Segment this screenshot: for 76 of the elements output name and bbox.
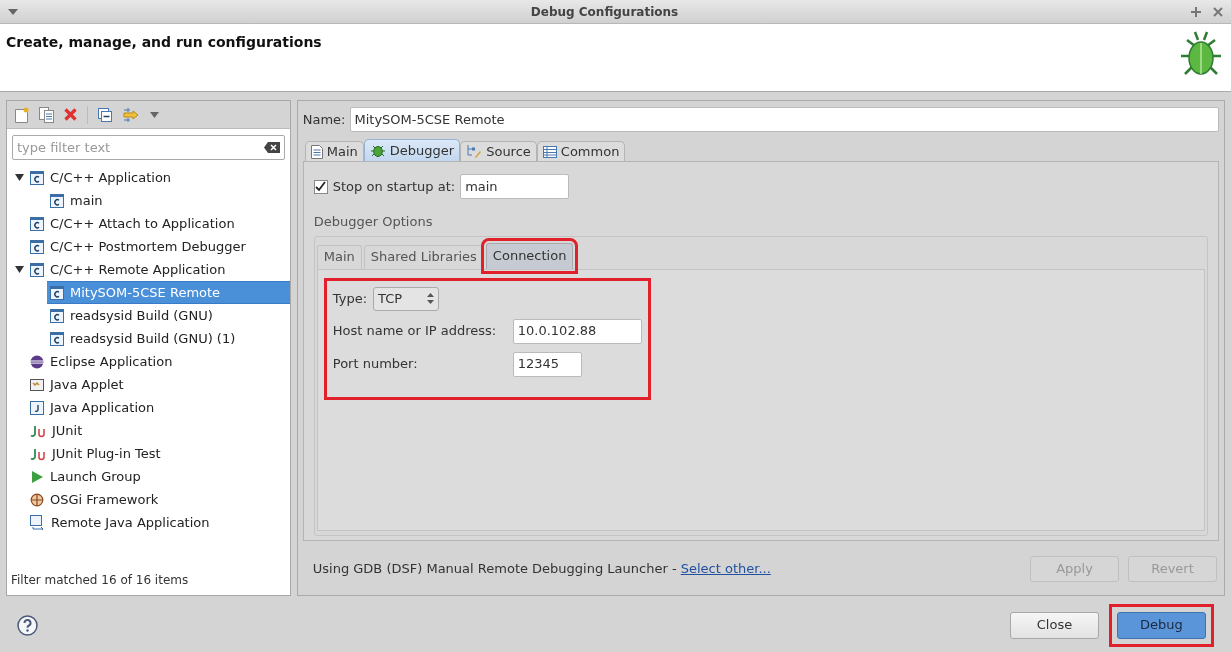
source-tree-icon (466, 144, 483, 159)
launcher-text: Using GDB (DSF) Manual Remote Debugging Launcher - Select other... (312, 560, 772, 579)
tree-item[interactable]: Remote Java Application (27, 511, 290, 534)
c-file-icon (50, 193, 64, 208)
filter-input[interactable]: type filter text (17, 137, 264, 158)
type-select[interactable]: TCP (373, 286, 439, 311)
stop-label: Stop on startup at: (332, 177, 456, 196)
text-field[interactable]: 10.0.102.88 (512, 318, 642, 344)
tree-item[interactable]: readsysid Build (GNU) (47, 304, 290, 327)
tree-item[interactable]: C/C++ Attach to Application (27, 212, 290, 235)
remote-java-icon (30, 515, 45, 530)
tree-item[interactable]: JUnit (27, 419, 290, 442)
tree-item[interactable]: Java Applet (27, 373, 290, 396)
c-file-icon (30, 262, 44, 277)
new-file-icon[interactable] (15, 106, 29, 123)
expand-triangle-icon[interactable] (14, 173, 24, 182)
field-label: Port number: (332, 355, 419, 374)
sphere-icon (30, 354, 44, 369)
select-other-link[interactable]: Select other... (680, 561, 771, 577)
c-file-icon (50, 308, 64, 323)
delete-icon[interactable] (64, 108, 77, 121)
c-file-icon (50, 285, 64, 300)
tree-item[interactable]: Java Application (27, 396, 290, 419)
applet-icon (30, 377, 44, 392)
menu-caret-icon[interactable] (8, 8, 18, 15)
clear-icon[interactable] (263, 142, 280, 153)
c-file-icon (30, 170, 44, 185)
tab[interactable]: Common (536, 141, 626, 161)
tab[interactable]: Source (460, 141, 537, 161)
tree-item[interactable]: C/C++ Remote Application (27, 258, 290, 281)
page-icon (310, 144, 323, 159)
tree-item[interactable]: Eclipse Application (27, 350, 290, 373)
stop-function-field[interactable]: main (460, 174, 570, 199)
dialog-button[interactable]: Debug (1117, 611, 1206, 639)
copy-icon[interactable] (39, 106, 54, 123)
name-field[interactable]: MitySOM-5CSE Remote (349, 107, 1219, 132)
tab[interactable]: Shared Libraries (363, 244, 484, 269)
filter-field[interactable]: type filter text (12, 135, 285, 160)
tree-item[interactable]: OSGi Framework (27, 488, 290, 511)
tree-item[interactable]: Launch Group (27, 465, 290, 488)
tree-item[interactable]: main (47, 189, 290, 212)
junit-icon (30, 446, 46, 461)
field-label: Host name or IP address: (332, 322, 498, 341)
c-file-icon (30, 216, 44, 231)
tab[interactable]: Main (304, 141, 364, 161)
tree-item[interactable]: C/C++ Postmortem Debugger (27, 235, 290, 258)
stop-checkbox[interactable] (313, 179, 328, 194)
collapse-icon[interactable] (98, 107, 112, 122)
expand-triangle-icon[interactable] (14, 265, 24, 274)
dialog-button[interactable]: Close (1010, 611, 1099, 639)
spinner-arrows-icon (427, 293, 434, 304)
junit-icon (30, 423, 46, 438)
header-title: Create, manage, and run configurations (5, 33, 322, 52)
window-title: Debug Configurations (529, 3, 680, 21)
group-title: Debugger Options (313, 213, 434, 231)
java-file-icon (30, 400, 44, 415)
field-label: Type: (332, 289, 367, 308)
text-field[interactable]: 12345 (512, 351, 582, 377)
tab[interactable]: Debugger (363, 139, 461, 161)
maximize-icon[interactable] (1191, 6, 1201, 17)
bug-icon (369, 143, 386, 158)
help-icon[interactable] (17, 614, 38, 636)
filter-arrows-icon[interactable] (122, 107, 140, 122)
filter-status: Filter matched 16 of 16 items (10, 572, 190, 589)
dropdown-caret-icon[interactable] (150, 111, 159, 118)
play-icon (30, 469, 44, 484)
tab[interactable]: Main (316, 244, 362, 269)
crosshair-icon (30, 492, 44, 507)
tree-item[interactable]: JUnit Plug-in Test (27, 442, 290, 465)
name-label: Name: (302, 110, 346, 129)
c-file-icon (30, 239, 44, 254)
close-icon[interactable] (1213, 6, 1223, 17)
tree-item[interactable]: readsysid Build (GNU) (1) (47, 327, 290, 350)
table-icon (542, 145, 557, 158)
c-file-icon (50, 331, 64, 346)
tree-item[interactable]: C/C++ Application (27, 166, 290, 189)
